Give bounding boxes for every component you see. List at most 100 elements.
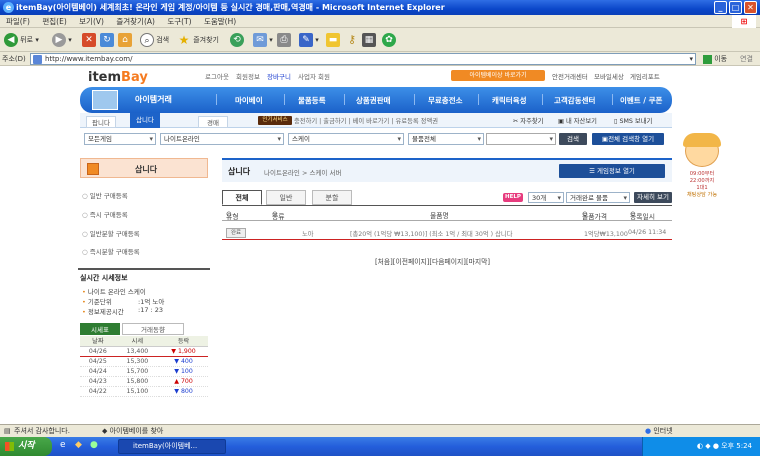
col-item-price[interactable]: 물품가격 ⊙	[582, 210, 607, 221]
nav-mybay[interactable]: 마이베이	[235, 95, 263, 106]
per-page-select[interactable]: 30개	[528, 192, 564, 203]
edit-button[interactable]: ✎ ▾	[299, 32, 319, 48]
tab-price-table[interactable]: 시세표	[80, 323, 120, 335]
home-button[interactable]: ⌂	[118, 32, 132, 48]
messenger-button[interactable]: ✿	[382, 32, 396, 48]
print-button[interactable]: ⎙	[277, 32, 291, 48]
quicklaunch-explorer-icon[interactable]: ◆	[75, 440, 82, 450]
mobile-link[interactable]: 모바일세상	[594, 73, 624, 81]
sort-select[interactable]: 거래완료 물품	[566, 192, 630, 203]
tab-auction[interactable]: 경매	[198, 116, 228, 128]
quicklaunch-app-icon[interactable]: ●	[90, 440, 98, 450]
nav-character[interactable]: 캐릭터육성	[492, 95, 527, 106]
search-submit-button[interactable]: 검색	[559, 133, 587, 145]
detail-view-button[interactable]: 자세히 보기	[634, 192, 672, 203]
game-report-link[interactable]: 게임리포트	[630, 73, 660, 81]
menu-tools[interactable]: 도구(T)	[167, 17, 191, 26]
business-member-link[interactable]: 사업자 회원	[298, 73, 330, 81]
search-input[interactable]	[486, 133, 556, 145]
row-price: 15,800	[115, 376, 160, 387]
discuss-button[interactable]: ▬	[326, 32, 340, 48]
col-price: 시세	[115, 336, 160, 347]
tab-trade-trend[interactable]: 거래동향	[122, 323, 184, 335]
realtime-time: 정보제공시간:17 : 23	[82, 306, 163, 316]
itembay-logo[interactable]: itemBay	[88, 70, 148, 85]
safe-trade-link[interactable]: 안전거래센터	[552, 73, 588, 81]
time-value: :17 : 23	[138, 306, 164, 314]
ad-text: 09:00부터 22:00까지 1대1 채팅상담 가능	[677, 171, 727, 199]
nav-giftcard[interactable]: 상품권판매	[356, 95, 391, 106]
tab-all[interactable]: 전체	[222, 190, 262, 205]
stop-button[interactable]: ✕	[82, 32, 96, 48]
row-change: ▼ 100	[159, 366, 208, 377]
server-group-select[interactable]: 나이트온라인	[160, 133, 284, 145]
sms-link[interactable]: ▯ SMS 보내기	[614, 116, 652, 125]
tray-icons[interactable]: ◐ ◆ ●	[697, 442, 721, 450]
menu-instant-split-buy[interactable]: 즉시분할 구매등록	[82, 246, 140, 256]
row-item-name[interactable]: [총20억 (1억당 ₩13,100)] (최소 1억 / 최대 30억 ) 삽…	[350, 229, 512, 238]
menu-help[interactable]: 도움말(H)	[204, 17, 236, 26]
frequent-link[interactable]: ✂ 자주찾기	[513, 116, 543, 125]
research-button[interactable]: ▦	[362, 32, 376, 48]
nav-event[interactable]: 이벤트 / 쿠폰	[620, 95, 662, 106]
row-change: ▼ 400	[159, 356, 208, 367]
nav-customer-center[interactable]: 고객감동센터	[554, 95, 595, 106]
nav-brand[interactable]: 아이템거래	[135, 94, 172, 105]
quicklaunch-ie-icon[interactable]: e	[60, 440, 66, 450]
address-dropdown-icon[interactable]: ▾	[689, 54, 693, 64]
forward-button[interactable]: ▶ ▾	[52, 32, 72, 48]
col-reg-date[interactable]: 등록일시 ⊙	[630, 210, 655, 221]
menu-instant-buy[interactable]: 즉시 구매등록	[82, 209, 128, 219]
open-game-info-button[interactable]: ☰ 게임정보 열기	[559, 164, 665, 178]
quick-shortcut-button[interactable]: 아이템베이상 바로가기	[451, 70, 545, 81]
tab-general[interactable]: 일반	[266, 190, 306, 205]
minimize-button[interactable]: _	[714, 1, 727, 14]
help-button[interactable]: HELP	[503, 193, 523, 202]
price-row: 04/26 13,400 ▼ 1,900	[80, 346, 208, 357]
nav-divider	[284, 94, 285, 105]
refresh-button[interactable]: ↻	[100, 32, 114, 48]
address-input[interactable]: http://www.itembay.com/ ▾	[30, 53, 696, 65]
start-button[interactable]: 시작	[0, 437, 52, 456]
history-button[interactable]: ⟲	[230, 32, 244, 48]
key-button[interactable]: ⚷	[345, 32, 359, 48]
nav-item-register[interactable]: 물품등록	[298, 95, 326, 106]
taskbar-ie-window[interactable]: itemBay(아이템베...	[118, 439, 226, 454]
my-assets-link[interactable]: ▣ 내 자산보기	[558, 116, 597, 125]
col-kind[interactable]: 종류 ⊙	[272, 210, 285, 221]
tab-sell[interactable]: 팝니다	[86, 116, 116, 128]
category-select[interactable]: 물품전체	[408, 133, 484, 145]
server-select[interactable]: 스케이	[288, 133, 404, 145]
col-type[interactable]: 유형 ⊙	[226, 210, 239, 221]
main-title: 삽니다	[228, 167, 251, 176]
all-search-button[interactable]: ▣전체 검색창 열기	[592, 133, 664, 145]
links-button[interactable]: 연결	[740, 52, 753, 66]
search-button[interactable]: ⌕ 검색	[140, 32, 169, 48]
back-button[interactable]: ◀ 뒤로 ▾	[4, 32, 39, 48]
member-info-link[interactable]: 회원정보	[236, 73, 260, 81]
cart-link[interactable]: 장바구니	[267, 73, 291, 81]
game-select[interactable]: 모든게임	[84, 133, 156, 145]
favorites-button[interactable]: ★ 즐겨찾기	[177, 32, 219, 48]
assets-icon: ▣	[558, 118, 564, 125]
menu-favorites[interactable]: 즐겨찾기(A)	[116, 17, 155, 26]
maximize-button[interactable]: □	[729, 1, 742, 14]
tab-buy[interactable]: 삽니다	[130, 113, 160, 128]
logout-link[interactable]: 로그아웃	[205, 73, 229, 81]
menu-file[interactable]: 파일(F)	[6, 17, 30, 26]
sub-links[interactable]: 충전하기 | 출금하기 | 베이 바로가기 | 유료등록 정액권	[294, 116, 438, 125]
menu-split-buy[interactable]: 일반분할 구매등록	[82, 228, 140, 238]
mail-button[interactable]: ✉ ▾	[253, 32, 273, 48]
messenger-icon: ✿	[382, 33, 396, 47]
chat-support-ad[interactable]: 09:00부터 22:00까지 1대1 채팅상담 가능	[677, 133, 727, 208]
menu-edit[interactable]: 편집(E)	[42, 17, 66, 26]
tab-split[interactable]: 분할	[312, 190, 352, 205]
go-button[interactable]: 이동	[703, 52, 727, 66]
close-button[interactable]: ✕	[744, 1, 757, 14]
pagination[interactable]: [처음][이전페이지][다음페이지][마지막]	[375, 256, 490, 266]
menu-view[interactable]: 보기(V)	[79, 17, 104, 26]
table-row[interactable]: 완료 노아 [총20억 (1억당 ₩13,100)] (최소 1억 / 최대 3…	[222, 228, 672, 240]
menu-general-buy[interactable]: 일반 구매등록	[82, 190, 128, 200]
nav-free-charge[interactable]: 무료충전소	[428, 95, 463, 106]
realtime-price-box: 실시간 시세정보 나이트 온라인 스케이 기준단위:1억 노아 정보제공시간:1…	[78, 268, 210, 403]
